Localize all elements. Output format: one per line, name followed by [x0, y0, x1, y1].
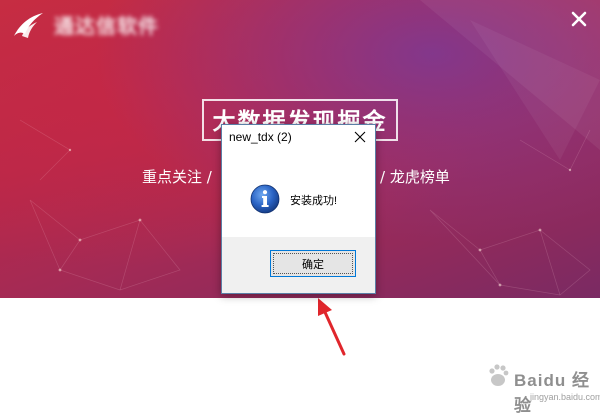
feature-text-left: 重点关注 /: [142, 168, 212, 186]
watermark-brand: Baidu 经验: [514, 371, 590, 415]
watermark-url: jingyan.baidu.com: [530, 392, 600, 402]
focus-rect: [273, 253, 353, 274]
ok-button[interactable]: 确定: [270, 250, 356, 277]
dialog-title: new_tdx (2): [229, 130, 292, 144]
dialog-body: 安装成功!: [222, 151, 375, 237]
dialog-close-icon[interactable]: [354, 131, 366, 143]
app-title: 通达信软件: [54, 10, 159, 39]
dialog-footer: 确定: [222, 237, 375, 293]
app-title-text: 通达信软件: [54, 14, 159, 38]
red-arrow-annotation: [318, 298, 346, 356]
feature-text-right: / 龙虎榜单: [380, 168, 450, 186]
info-icon: [250, 184, 280, 214]
app-logo-icon: [14, 13, 43, 38]
dialog-message: 安装成功!: [290, 195, 338, 207]
dialog-titlebar[interactable]: new_tdx (2): [222, 125, 375, 151]
message-dialog: new_tdx (2) 安装成功! 确定: [221, 124, 376, 294]
close-icon[interactable]: [568, 8, 590, 30]
